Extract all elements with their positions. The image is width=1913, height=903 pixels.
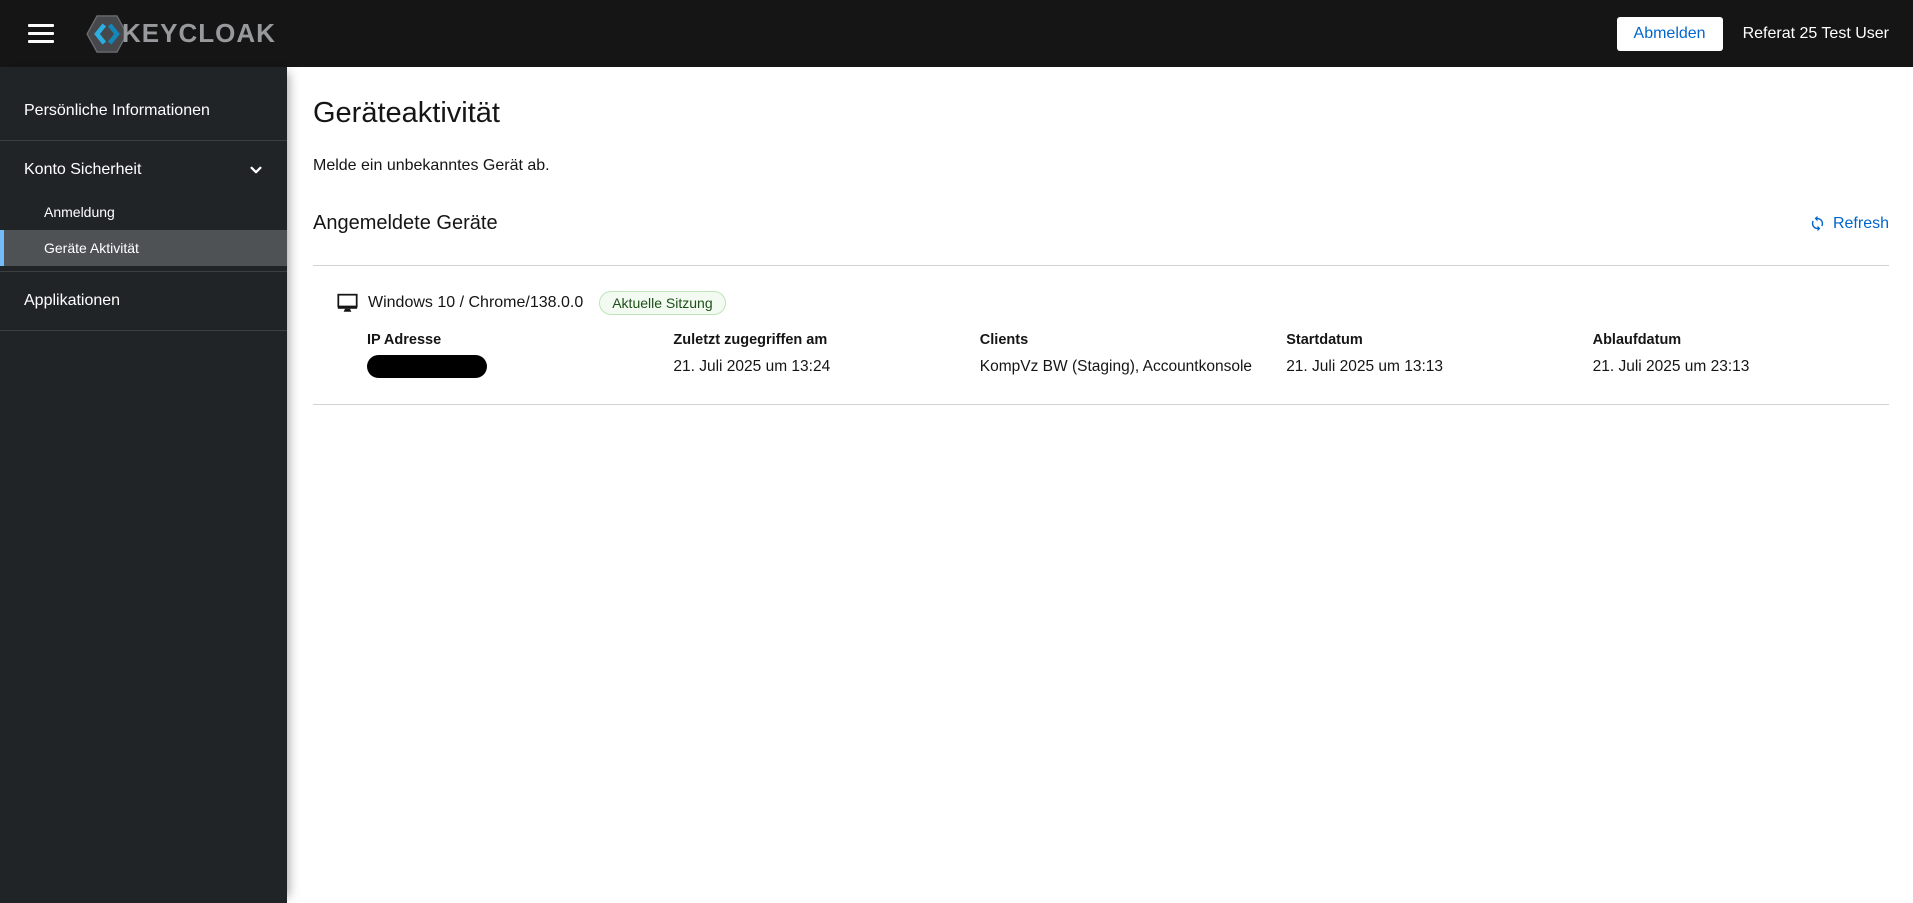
masthead: KEYCLOAK Abmelden Referat 25 Test User [0, 0, 1913, 67]
brand-text: KEYCLOAK [122, 18, 276, 48]
keycloak-logo[interactable]: KEYCLOAK [86, 14, 276, 53]
sidebar-divider [0, 271, 287, 272]
sidebar-item-applications[interactable]: Applikationen [0, 277, 287, 325]
sidebar-item-signing-in[interactable]: Anmeldung [0, 194, 287, 230]
device-column-ip: IP Adresse [367, 332, 663, 378]
logout-button[interactable]: Abmelden [1616, 16, 1723, 51]
device-details-table: IP Adresse Zuletzt zugegriffen am 21. Ju… [367, 332, 1889, 378]
column-value: KompVz BW (Staging), Accountkonsole [979, 358, 1253, 375]
sidebar: Persönliche Informationen Konto Sicherhe… [0, 67, 287, 903]
column-value: 21. Juli 2025 um 13:24 [673, 358, 831, 375]
column-header: Zuletzt zugegriffen am [673, 332, 828, 348]
redacted-ip-value [367, 355, 487, 378]
sidebar-item-personal-info[interactable]: Persönliche Informationen [0, 87, 287, 135]
user-name: Referat 25 Test User [1742, 24, 1889, 42]
device-column-started: Startdatum 21. Juli 2025 um 13:13 [1286, 332, 1582, 378]
column-header: Ablaufdatum [1592, 332, 1682, 348]
sidebar-divider [0, 330, 287, 331]
sidebar-divider [0, 140, 287, 141]
content-divider [313, 265, 1889, 266]
sidebar-item-device-activity[interactable]: Geräte Aktivität [0, 230, 287, 266]
device-column-clients: Clients KompVz BW (Staging), Accountkons… [980, 332, 1276, 378]
column-value: 21. Juli 2025 um 23:13 [1592, 358, 1750, 375]
column-header: Startdatum [1286, 332, 1363, 348]
sidebar-item-label: Konto Sicherheit [24, 161, 142, 178]
section-title: Angemeldete Geräte [313, 212, 498, 234]
device-column-expires: Ablaufdatum 21. Juli 2025 um 23:13 [1593, 332, 1889, 378]
page-title: Geräteaktivität [313, 97, 500, 129]
device-column-last-access: Zuletzt zugegriffen am 21. Juli 2025 um … [673, 332, 969, 378]
refresh-label: Refresh [1832, 214, 1889, 232]
content-divider [313, 404, 1889, 405]
column-header: IP Adresse [367, 332, 442, 348]
sidebar-item-label: Applikationen [24, 292, 121, 309]
current-session-badge: Aktuelle Sitzung [599, 291, 726, 315]
sidebar-item-label: Persönliche Informationen [24, 102, 210, 119]
desktop-monitor-icon [337, 293, 358, 312]
menu-icon[interactable] [24, 16, 58, 51]
column-value: 21. Juli 2025 um 13:13 [1286, 358, 1444, 375]
main-content: Geräteaktivität Melde ein unbekanntes Ge… [287, 67, 1913, 903]
device-name: Windows 10 / Chrome/138.0.0 [368, 294, 584, 311]
column-header: Clients [979, 332, 1029, 348]
chevron-down-icon [250, 166, 262, 174]
refresh-button[interactable]: Refresh [1809, 215, 1889, 233]
page-description: Melde ein unbekanntes Gerät ab. [313, 157, 550, 174]
device-row: Windows 10 / Chrome/138.0.0 Aktuelle Sit… [337, 291, 1889, 378]
sync-icon [1811, 215, 1824, 232]
sidebar-item-account-security[interactable]: Konto Sicherheit [0, 146, 287, 194]
